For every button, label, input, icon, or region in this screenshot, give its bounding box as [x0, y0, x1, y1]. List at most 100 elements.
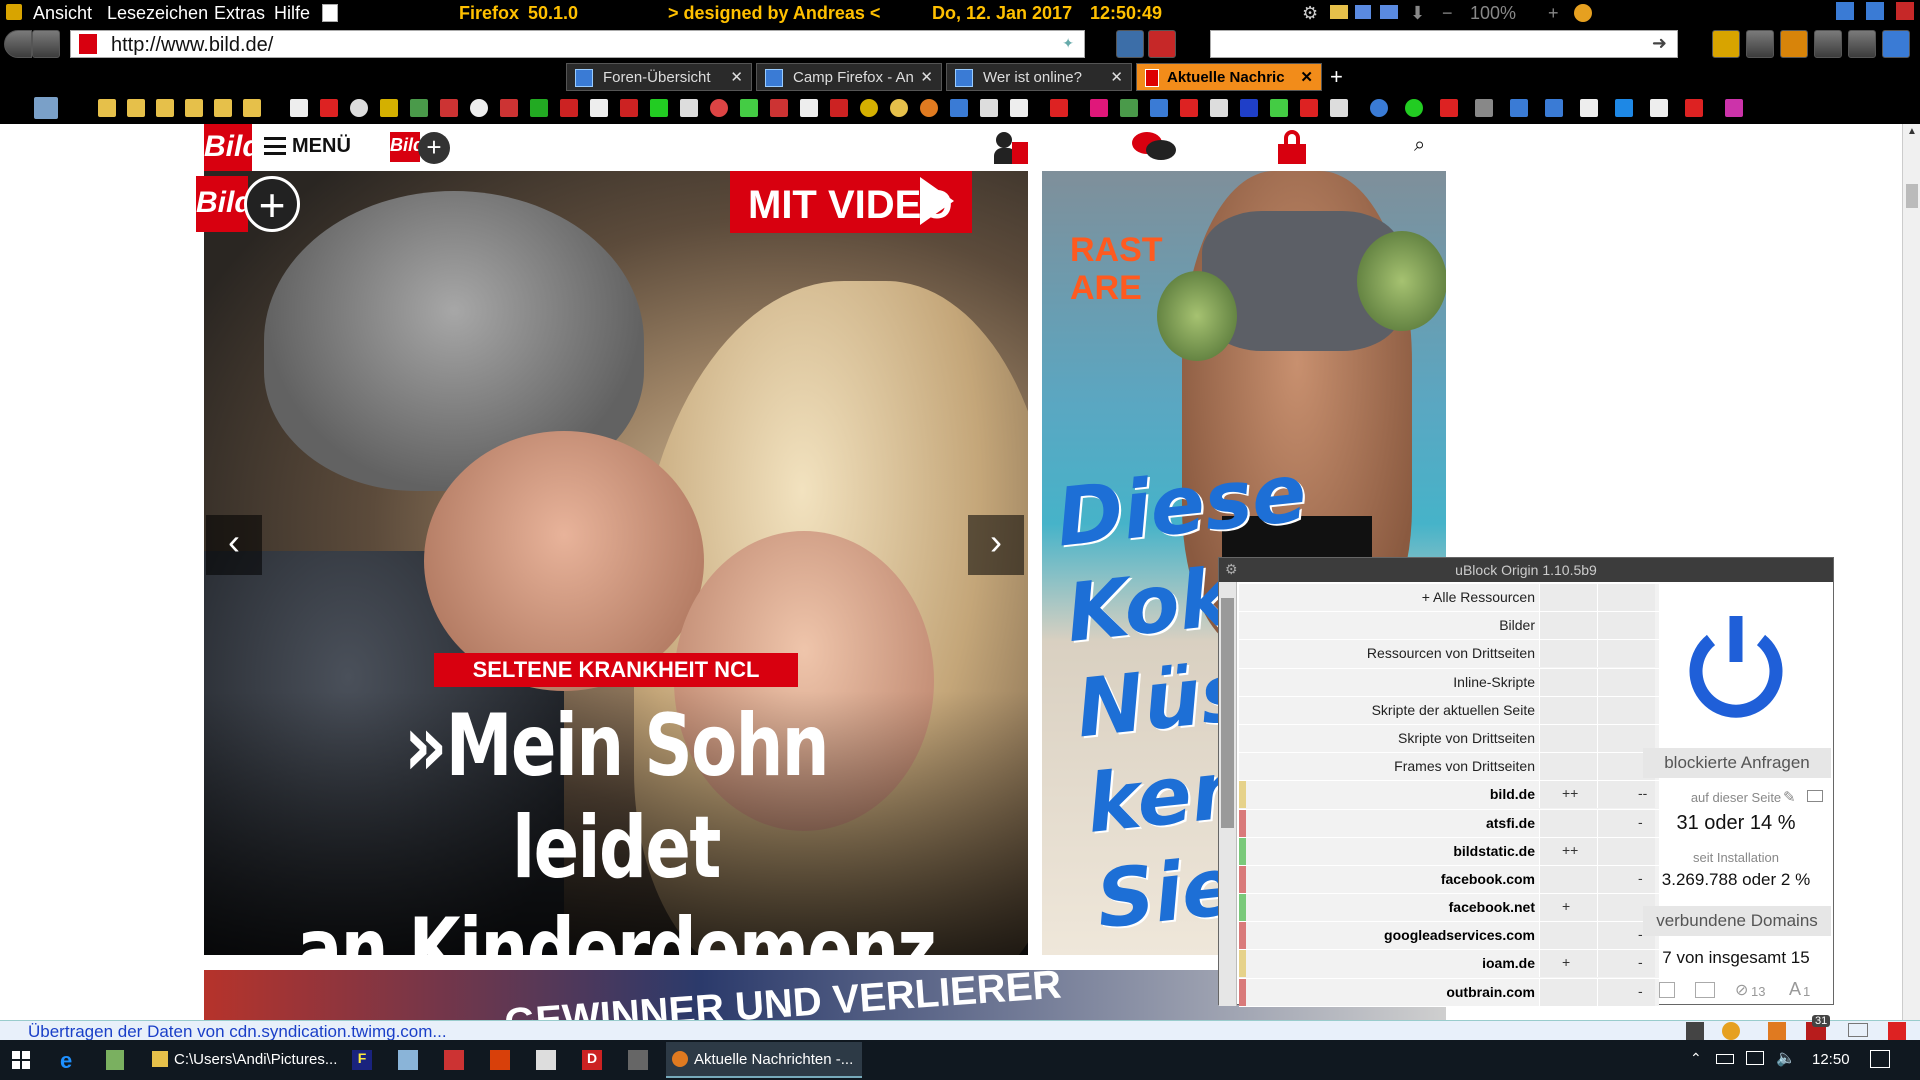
menu-lesezeichen[interactable]: Lesezeichen	[107, 3, 208, 24]
global-rule-cell[interactable]: +	[1539, 894, 1597, 922]
close-tab-icon[interactable]: ✕	[1300, 68, 1313, 86]
volume-icon[interactable]: 🔈	[1776, 1048, 1796, 1068]
app-icon[interactable]	[536, 1050, 556, 1070]
media-blocker-icon[interactable]	[1695, 982, 1715, 998]
bookmark-site-icon[interactable]	[380, 99, 398, 117]
bookmark-site-icon[interactable]	[1090, 99, 1108, 117]
hamburger-menu-icon[interactable]	[1814, 30, 1842, 58]
bookmark-site-icon[interactable]	[1180, 99, 1198, 117]
firewall-row[interactable]: Skripte von Drittseiten	[1239, 724, 1659, 754]
url-text[interactable]: http://www.bild.de/	[111, 34, 273, 56]
bookmark-site-icon[interactable]	[800, 99, 818, 117]
ublock-settings-icon[interactable]: ⚙	[1225, 561, 1238, 578]
url-bar[interactable]: http://www.bild.de/ ✦	[70, 30, 1085, 58]
eyedropper-icon[interactable]: ✎	[1783, 788, 1796, 806]
edge-icon[interactable]: e	[60, 1048, 72, 1074]
forward-button[interactable]	[32, 30, 60, 58]
tray-chevron-icon[interactable]: ⌃	[1690, 1050, 1702, 1067]
status-fox-icon[interactable]	[1768, 1022, 1786, 1040]
reload-icon[interactable]	[1882, 30, 1910, 58]
global-rule-cell[interactable]	[1539, 922, 1597, 950]
bookmark-site-icon[interactable]	[890, 99, 908, 117]
status-pdf-icon[interactable]	[1888, 1022, 1906, 1040]
firewall-row[interactable]: googleadservices.com -	[1239, 922, 1659, 951]
bookmark-folder-icon[interactable]	[185, 99, 203, 117]
bookmark-site-icon[interactable]	[1330, 99, 1348, 117]
firewall-row[interactable]: facebook.net +	[1239, 894, 1659, 923]
ublock-scrollbar[interactable]	[1219, 582, 1237, 1006]
monitor-icon[interactable]	[1866, 2, 1884, 20]
folder-icon[interactable]	[1330, 5, 1348, 19]
power-button-icon[interactable]	[1681, 610, 1791, 720]
menu-ansicht[interactable]: Ansicht	[33, 3, 92, 24]
firefox-menu-icon[interactable]	[6, 4, 22, 20]
battery-icon[interactable]	[1716, 1054, 1734, 1064]
bookmark-site-icon[interactable]	[1440, 99, 1458, 117]
close-tab-icon[interactable]: ✕	[920, 68, 933, 86]
global-rule-cell[interactable]	[1539, 809, 1597, 837]
global-rule-cell[interactable]	[1539, 865, 1597, 893]
menu-hilfe[interactable]: Hilfe	[274, 3, 310, 24]
notepad-icon[interactable]	[322, 4, 338, 22]
bookmark-site-icon[interactable]	[1510, 99, 1528, 117]
bookmark-site-icon[interactable]	[1405, 99, 1423, 117]
bookmark-site-icon[interactable]	[950, 99, 968, 117]
bildplus-logo[interactable]: Bild	[390, 132, 424, 162]
bookmark-site-icon[interactable]	[440, 99, 458, 117]
bookmark-site-icon[interactable]	[590, 99, 608, 117]
page-scrollbar[interactable]: ▲	[1902, 124, 1920, 1020]
firewall-row[interactable]: + Alle Ressourcen	[1239, 584, 1659, 613]
bookmark-sidebar-icon[interactable]	[34, 97, 58, 119]
scroll-up-icon[interactable]: ▲	[1907, 126, 1917, 137]
firewall-row[interactable]: atsfi.de -	[1239, 809, 1659, 838]
bookmark-site-icon[interactable]	[620, 99, 638, 117]
bookmark-site-icon[interactable]	[1475, 99, 1493, 117]
smiley-icon[interactable]	[1574, 4, 1592, 22]
font-blocker-icon[interactable]: A	[1789, 979, 1801, 1000]
video-badge[interactable]: MIT VIDEO	[730, 171, 972, 233]
plus-icon[interactable]: +	[418, 132, 450, 164]
firewall-row[interactable]: Inline-Skripte	[1239, 668, 1659, 697]
bookmark-site-icon[interactable]	[920, 99, 938, 117]
bookmark-site-icon[interactable]	[1580, 99, 1598, 117]
firewall-row[interactable]: bild.de ++ --	[1239, 781, 1659, 810]
firewall-row[interactable]: ioam.de + -	[1239, 950, 1659, 979]
bookmark-site-icon[interactable]	[680, 99, 698, 117]
bookmark-folder-icon[interactable]	[214, 99, 232, 117]
bookmark-site-icon[interactable]	[1240, 99, 1258, 117]
gear-icon[interactable]: ⚙	[1302, 3, 1318, 24]
firewall-row[interactable]: Skripte der aktuellen Seite	[1239, 696, 1659, 725]
network-icon[interactable]	[1746, 1051, 1764, 1065]
global-rule-cell[interactable]	[1539, 584, 1597, 611]
tab-foren-uebersicht[interactable]: Foren-Übersicht ✕	[566, 63, 752, 91]
app-d-icon[interactable]: D	[582, 1050, 602, 1070]
taskbar-clock[interactable]: 12:50	[1812, 1051, 1850, 1068]
home-icon[interactable]	[1746, 30, 1774, 58]
bookmark-site-icon[interactable]	[1300, 99, 1318, 117]
firewall-row[interactable]: Ressourcen von Drittseiten	[1239, 640, 1659, 669]
reader-icon[interactable]: ✦	[1062, 35, 1074, 52]
bookmark-site-icon[interactable]	[710, 99, 728, 117]
global-rule-cell[interactable]	[1539, 724, 1597, 752]
app-download-icon[interactable]	[490, 1050, 510, 1070]
cosmetic-filter-icon[interactable]: ⊘	[1735, 980, 1748, 1000]
carousel-next-button[interactable]: ›	[968, 515, 1024, 575]
search-input[interactable]: ➜	[1210, 30, 1678, 58]
close-window-icon[interactable]	[1896, 2, 1914, 20]
bild-logo[interactable]: Bild	[204, 124, 261, 172]
close-tab-icon[interactable]: ✕	[1110, 68, 1123, 86]
addon-icon[interactable]	[1780, 30, 1808, 58]
status-addon-icon[interactable]	[1686, 1022, 1704, 1040]
popup-blocker-icon[interactable]	[1659, 982, 1675, 998]
firewall-row[interactable]: Bilder	[1239, 612, 1659, 641]
sync-icon[interactable]	[1116, 30, 1144, 58]
hamburger-icon[interactable]	[264, 137, 286, 155]
zoom-out-icon[interactable]: −	[1442, 3, 1453, 24]
bookmark-site-icon[interactable]	[980, 99, 998, 117]
logger-icon[interactable]	[1807, 790, 1823, 802]
tab-wer-ist-online[interactable]: Wer ist online? ✕	[946, 63, 1132, 91]
notifications-icon[interactable]	[1870, 1050, 1890, 1068]
bookmark-site-icon[interactable]	[1685, 99, 1703, 117]
comments-icon[interactable]	[1132, 130, 1176, 164]
bookmark-site-icon[interactable]	[320, 99, 338, 117]
